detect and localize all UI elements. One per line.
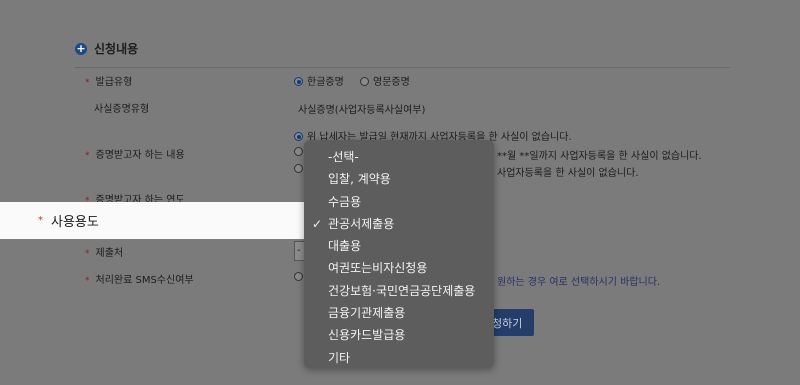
content-label: * 증명받고자 하는 내용	[85, 150, 185, 161]
required-marker: *	[85, 276, 90, 286]
purpose-label: 사용용도	[51, 215, 99, 230]
sms-label: * 처리완료 SMS수신여부	[85, 275, 194, 286]
dropdown-option[interactable]: 신용카드발급용	[304, 324, 494, 346]
radio-selected-icon[interactable]	[294, 77, 303, 86]
sms-hint: 원하는 경우 여로 선택하시기 바랍니다.	[497, 277, 661, 288]
dropdown-option-selected[interactable]: ✓ 관공서제출용	[304, 213, 494, 235]
dropdown-option[interactable]: 건강보험·국민연금공단제출용	[304, 280, 494, 302]
radio-english-cert[interactable]: 영문증명	[360, 73, 410, 88]
required-marker: *	[85, 151, 90, 161]
plus-circle-icon: +	[75, 41, 87, 55]
purpose-row-highlight: * 사용용도	[0, 202, 306, 239]
radio-korean-cert[interactable]: 한글증명	[294, 73, 344, 88]
content-option-3-text: 사업자등록을 한 사실이 없습니다.	[497, 168, 639, 179]
dropdown-option[interactable]: 입찰, 계약용	[304, 168, 494, 190]
dropdown-option[interactable]: 기타	[304, 347, 494, 369]
purpose-dropdown-menu[interactable]: -선택- 입찰, 계약용 수금용 ✓ 관공서제출용 대출용 여권또는비자신청용 건…	[304, 140, 494, 368]
checkmark-icon: ✓	[312, 216, 323, 231]
issue-type-label: * 발급유형	[85, 77, 133, 88]
content-option-2-text: **월 **일까지 사업자등록을 한 사실이 없습니다.	[497, 151, 702, 162]
submit-to-label: * 제출처	[85, 248, 124, 259]
radio-selected-icon[interactable]	[294, 132, 303, 141]
section-divider	[75, 67, 730, 68]
dropdown-option[interactable]: -선택-	[304, 146, 494, 168]
cert-type-label: 사실증명유형	[94, 104, 150, 115]
required-marker: *	[38, 215, 43, 226]
section-header: + 신청내용	[75, 40, 138, 57]
radio-icon[interactable]	[294, 272, 303, 281]
radio-icon[interactable]	[294, 147, 303, 156]
cert-type-value: 사실증명(사업자등록사실여부)	[298, 105, 426, 116]
dropdown-option[interactable]: 수금용	[304, 191, 494, 213]
required-marker: *	[85, 249, 90, 259]
dropdown-option[interactable]: 금융기관제출용	[304, 302, 494, 324]
dropdown-option[interactable]: 대출용	[304, 235, 494, 257]
radio-icon[interactable]	[360, 77, 369, 86]
required-marker: *	[85, 78, 90, 88]
dropdown-option[interactable]: 여권또는비자신청용	[304, 257, 494, 279]
radio-icon[interactable]	[294, 164, 303, 173]
section-title: 신청내용	[94, 42, 139, 56]
